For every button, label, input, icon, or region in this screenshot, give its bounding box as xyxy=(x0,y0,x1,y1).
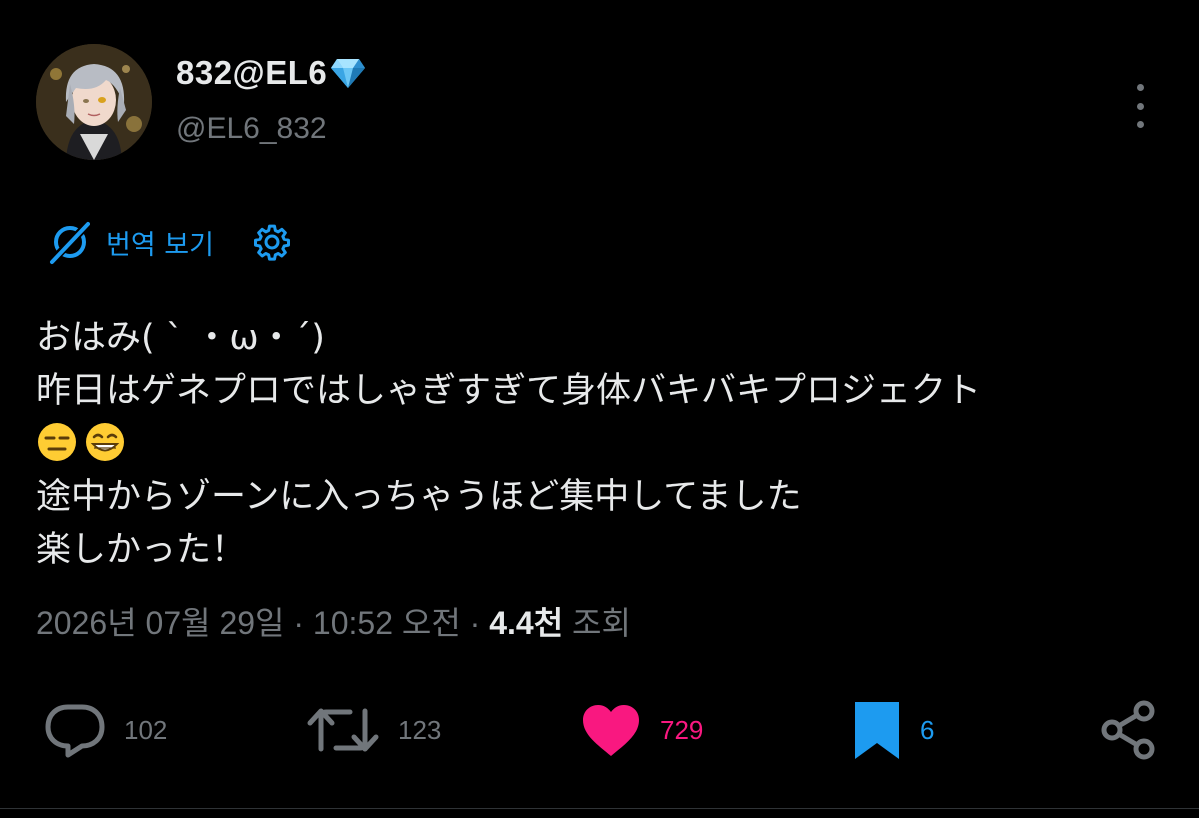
share-icon xyxy=(1101,700,1155,760)
tweet-meta: 2026년 07월 29일 · 10:52 오전 · 4.4천 조회 xyxy=(36,598,631,644)
retweet-count: 123 xyxy=(398,714,442,745)
author-name[interactable]: 832@EL6 xyxy=(176,54,327,92)
translate-row: 번역 보기 xyxy=(48,218,292,266)
more-options-button[interactable] xyxy=(1125,84,1155,128)
tweet-date[interactable]: 2026년 07월 29일 xyxy=(36,605,284,641)
tweet-line: 楽しかった！ xyxy=(36,530,247,570)
translate-button[interactable]: 번역 보기 xyxy=(48,218,214,266)
author-name-row[interactable]: 832@EL6 xyxy=(176,54,366,92)
gear-icon[interactable] xyxy=(252,222,292,262)
reply-count: 102 xyxy=(124,714,168,745)
views-label: 조회 xyxy=(572,605,631,641)
retweet-icon xyxy=(307,708,379,752)
tweet-line: おはみ( ˋ ・ω・ˊ) xyxy=(36,318,325,358)
translate-label: 번역 보기 xyxy=(106,229,214,261)
meta-separator: · xyxy=(293,605,305,641)
more-dot-icon xyxy=(1136,84,1144,91)
bookmark-icon xyxy=(855,702,899,759)
avatar-image xyxy=(36,44,152,160)
expressionless-face-emoji-icon xyxy=(38,423,76,461)
share-button[interactable] xyxy=(1098,690,1158,770)
bookmark-count: 6 xyxy=(920,714,935,745)
views-count: 4.4천 xyxy=(489,605,564,641)
action-bar: 102 123 729 6 xyxy=(0,690,1199,770)
reply-button[interactable]: 102 xyxy=(44,690,167,770)
bookmark-button[interactable]: 6 xyxy=(852,690,934,770)
tweet-line: 昨日はゲネプロではしゃぎすぎて身体バキバキプロジェクト xyxy=(36,371,982,411)
tweet-text: おはみ( ˋ ・ω・ˊ) 昨日はゲネプロではしゃぎすぎて身体バキバキプロジェクト… xyxy=(36,312,1166,577)
tweet-line: 途中からゾーンに入っちゃうほど集中してました xyxy=(36,477,802,517)
reply-icon xyxy=(45,704,105,758)
tweet-time[interactable]: 10:52 오전 xyxy=(313,605,461,641)
meta-separator: · xyxy=(469,605,481,641)
like-button[interactable]: 729 xyxy=(580,690,703,770)
heart-icon xyxy=(583,705,639,756)
author-handle[interactable]: @EL6_832 xyxy=(176,112,327,146)
like-count: 729 xyxy=(660,714,704,745)
gem-emoji-icon xyxy=(331,59,366,88)
avatar[interactable] xyxy=(36,44,152,160)
translate-off-icon xyxy=(48,221,90,265)
bottom-divider xyxy=(0,808,1199,809)
grinning-face-emoji-icon xyxy=(86,423,124,461)
more-dot-icon xyxy=(1136,102,1144,110)
more-dot-icon xyxy=(1136,121,1144,128)
retweet-button[interactable]: 123 xyxy=(306,690,441,770)
tweet-emoji-line xyxy=(36,418,1166,471)
